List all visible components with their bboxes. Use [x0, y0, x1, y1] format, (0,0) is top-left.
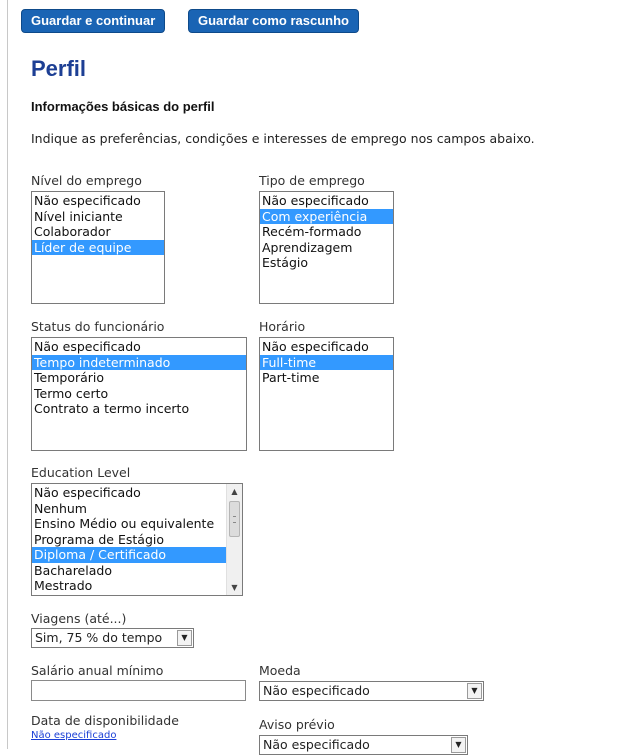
- education-level-listbox[interactable]: Não especificado Nenhum Ensino Médio ou eq…: [31, 483, 243, 596]
- list-option[interactable]: Aprendizagem: [260, 240, 393, 256]
- job-level-label: Nível do emprego: [31, 173, 142, 188]
- list-option[interactable]: Part-time: [260, 370, 393, 386]
- list-option[interactable]: Nenhum: [32, 501, 242, 517]
- list-option[interactable]: Full-time: [260, 354, 393, 370]
- list-option[interactable]: Contrato a termo incerto: [32, 401, 246, 417]
- min-salary-label: Salário anual mínimo: [31, 663, 164, 678]
- job-level-listbox[interactable]: Não especificado Nível iniciante Colaborad…: [31, 191, 165, 304]
- schedule-listbox[interactable]: Não especificado Full-time Part-time: [259, 337, 394, 451]
- list-option[interactable]: Não especificado: [32, 339, 246, 355]
- list-option[interactable]: Bacharelado: [32, 563, 242, 579]
- list-option[interactable]: Diploma / Certificado: [32, 547, 242, 563]
- notice-period-select-value: Não especificado: [263, 737, 370, 752]
- currency-select[interactable]: Não especificado ▼: [259, 681, 484, 701]
- job-type-label: Tipo de emprego: [259, 173, 365, 188]
- page-left-border: [7, 0, 8, 749]
- save-and-continue-button[interactable]: Guardar e continuar: [21, 9, 166, 33]
- chevron-down-icon[interactable]: ▼: [451, 737, 466, 753]
- chevron-down-icon[interactable]: ▼: [177, 630, 192, 646]
- list-option[interactable]: Tempo indeterminado: [32, 354, 246, 370]
- list-option[interactable]: Temporário: [32, 370, 246, 386]
- chevron-up-icon[interactable]: ▲: [227, 484, 242, 499]
- list-option[interactable]: Ensino Médio ou equivalente: [32, 516, 242, 532]
- list-option[interactable]: Não especificado: [260, 339, 393, 355]
- travel-label: Viagens (até...): [31, 611, 127, 626]
- save-as-draft-button[interactable]: Guardar como rascunho: [188, 9, 359, 33]
- list-option[interactable]: Nível iniciante: [32, 209, 164, 225]
- list-option[interactable]: Mestrado: [32, 578, 242, 594]
- travel-select[interactable]: Sim, 75 % do tempo ▼: [31, 628, 194, 648]
- education-level-label: Education Level: [31, 465, 131, 480]
- job-type-listbox[interactable]: Não especificado Com experiência Recém-for…: [259, 191, 394, 304]
- schedule-label: Horário: [259, 319, 306, 334]
- list-option[interactable]: Com experiência: [260, 208, 393, 224]
- notice-period-label: Aviso prévio: [259, 717, 335, 732]
- list-option[interactable]: Não especificado: [260, 193, 393, 209]
- list-option[interactable]: Líder de equipe: [32, 239, 164, 255]
- chevron-down-icon[interactable]: ▼: [467, 683, 482, 699]
- availability-date-link[interactable]: Não especificado: [31, 730, 116, 741]
- currency-label: Moeda: [259, 663, 301, 678]
- list-option[interactable]: Recém-formado: [260, 224, 393, 240]
- currency-select-value: Não especificado: [263, 683, 370, 698]
- list-option[interactable]: Programa de Estágio: [32, 532, 242, 548]
- intro-text: Indique as preferências, condições e int…: [31, 131, 535, 146]
- list-option[interactable]: Não especificado: [32, 193, 164, 209]
- availability-date-label: Data de disponibilidade: [31, 713, 179, 728]
- chevron-down-icon[interactable]: ▼: [227, 580, 242, 595]
- page-title: Perfil: [31, 56, 87, 81]
- list-option[interactable]: Não especificado: [32, 485, 242, 501]
- scrollbar-thumb[interactable]: [229, 501, 240, 537]
- notice-period-select[interactable]: Não especificado ▼: [259, 735, 468, 755]
- travel-select-value: Sim, 75 % do tempo: [35, 630, 163, 645]
- list-option[interactable]: Estágio: [260, 255, 393, 271]
- grip-icon: [233, 516, 236, 523]
- min-salary-input[interactable]: [31, 680, 246, 701]
- employee-status-label: Status do funcionário: [31, 319, 165, 334]
- list-option[interactable]: Termo certo: [32, 386, 246, 402]
- scrollbar[interactable]: ▲ ▼: [226, 484, 242, 595]
- list-option[interactable]: Colaborador: [32, 224, 164, 240]
- section-subtitle: Informações básicas do perfil: [31, 99, 215, 114]
- employee-status-listbox[interactable]: Não especificado Tempo indeterminado Tempo…: [31, 337, 247, 451]
